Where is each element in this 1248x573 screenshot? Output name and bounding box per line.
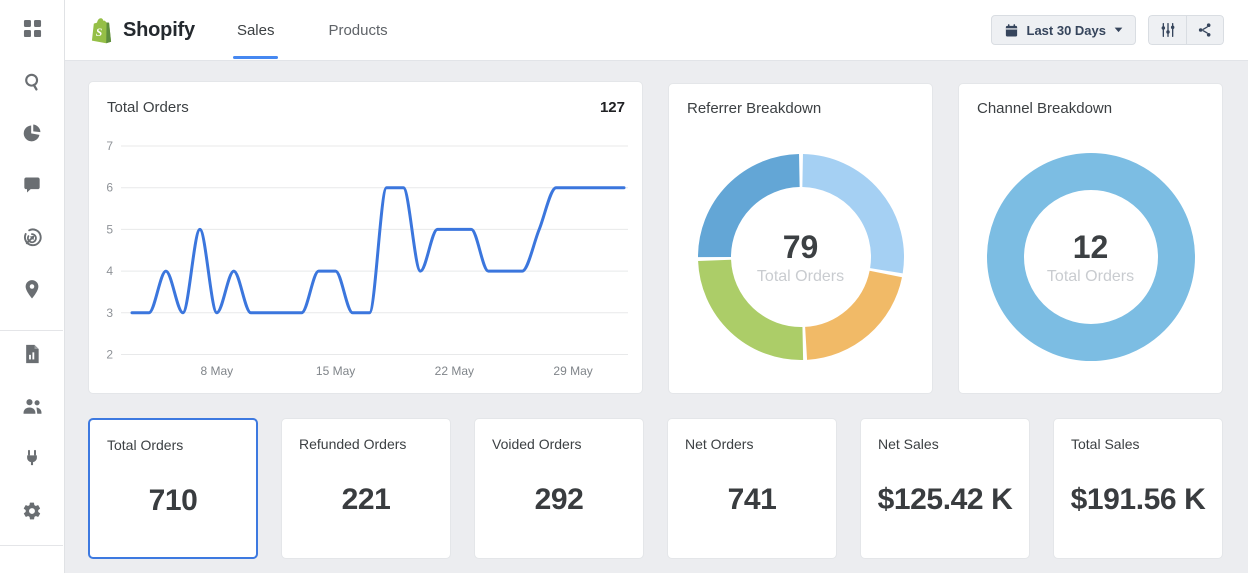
svg-text:4: 4	[106, 264, 113, 278]
date-range-button[interactable]: Last 30 Days	[991, 15, 1137, 45]
sidebar	[0, 0, 65, 573]
stat-value: 292	[475, 483, 643, 517]
dashboard-content: Total Orders 127 7 6 5 4 3 2 8 May 15 May 22 May…	[64, 60, 1248, 573]
stat-value: $125.42 K	[861, 483, 1029, 517]
channel-donut-chart[interactable]	[959, 84, 1224, 395]
svg-text:6: 6	[106, 181, 113, 195]
tab-sales[interactable]: Sales	[233, 0, 279, 60]
svg-text:7: 7	[106, 139, 113, 153]
chart-title: Total Orders	[107, 99, 189, 116]
stat-value: $191.56 K	[1054, 483, 1222, 517]
channel-breakdown-card: Channel Breakdown 12 Total Orders	[958, 83, 1223, 394]
share-icon[interactable]	[1186, 15, 1224, 45]
stat-value: 741	[668, 483, 836, 517]
stat-card-voided-orders[interactable]: Voided Orders 292	[474, 418, 644, 559]
sidebar-divider	[0, 545, 63, 546]
pie-chart-icon[interactable]	[21, 122, 43, 144]
header: S Shopify Sales Products Last 30 Days	[64, 0, 1248, 60]
chart-total-value: 127	[600, 99, 625, 116]
sidebar-divider	[0, 330, 63, 331]
stat-card-net-sales[interactable]: Net Sales $125.42 K	[860, 418, 1030, 559]
caret-down-icon	[1114, 27, 1123, 33]
stat-value: 221	[282, 483, 450, 517]
header-controls: Last 30 Days	[991, 15, 1225, 45]
svg-text:15 May: 15 May	[316, 364, 355, 378]
chat-icon[interactable]	[21, 174, 43, 196]
stat-label: Total Sales	[1071, 436, 1139, 452]
apps-grid-icon[interactable]	[21, 17, 43, 39]
referrer-donut-chart[interactable]	[669, 84, 934, 395]
referrer-breakdown-card: Referrer Breakdown 79 Total Orders	[668, 83, 933, 394]
shopify-logo-icon: S	[90, 17, 113, 44]
orders-line-chart[interactable]: 7 6 5 4 3 2 8 May 15 May 22 May 29 May	[89, 118, 644, 395]
stat-card-refunded-orders[interactable]: Refunded Orders 221	[281, 418, 451, 559]
location-pin-icon[interactable]	[21, 278, 43, 300]
plug-icon[interactable]	[21, 448, 43, 470]
stat-card-net-orders[interactable]: Net Orders 741	[667, 418, 837, 559]
svg-text:3: 3	[106, 306, 113, 320]
svg-text:S: S	[96, 26, 102, 38]
tab-products[interactable]: Products	[324, 0, 391, 60]
stat-label: Refunded Orders	[299, 436, 406, 452]
svg-text:22 May: 22 May	[435, 364, 474, 378]
report-doc-icon[interactable]	[21, 343, 43, 365]
calendar-icon	[1004, 23, 1019, 38]
users-icon[interactable]	[21, 395, 43, 417]
total-orders-chart-card: Total Orders 127 7 6 5 4 3 2 8 May 15 May 22 May…	[88, 81, 643, 394]
filter-sliders-icon[interactable]	[1148, 15, 1186, 45]
svg-text:5: 5	[106, 222, 113, 236]
app-title: Shopify	[123, 19, 195, 42]
search-icon[interactable]	[21, 70, 43, 92]
tab-bar: Sales Products	[233, 0, 392, 60]
svg-text:2: 2	[106, 348, 113, 362]
stat-label: Net Sales	[878, 436, 939, 452]
stat-label: Voided Orders	[492, 436, 582, 452]
svg-text:8 May: 8 May	[200, 364, 233, 378]
stat-label: Total Orders	[107, 437, 183, 453]
click-through-icon[interactable]	[21, 226, 43, 248]
stat-value: 710	[90, 484, 256, 518]
stat-card-total-sales[interactable]: Total Sales $191.56 K	[1053, 418, 1223, 559]
stat-label: Net Orders	[685, 436, 753, 452]
gear-icon[interactable]	[21, 500, 43, 522]
date-range-label: Last 30 Days	[1027, 23, 1107, 38]
stat-card-total-orders[interactable]: Total Orders 710	[88, 418, 258, 559]
svg-text:29 May: 29 May	[553, 364, 592, 378]
header-icon-buttons	[1148, 15, 1224, 45]
